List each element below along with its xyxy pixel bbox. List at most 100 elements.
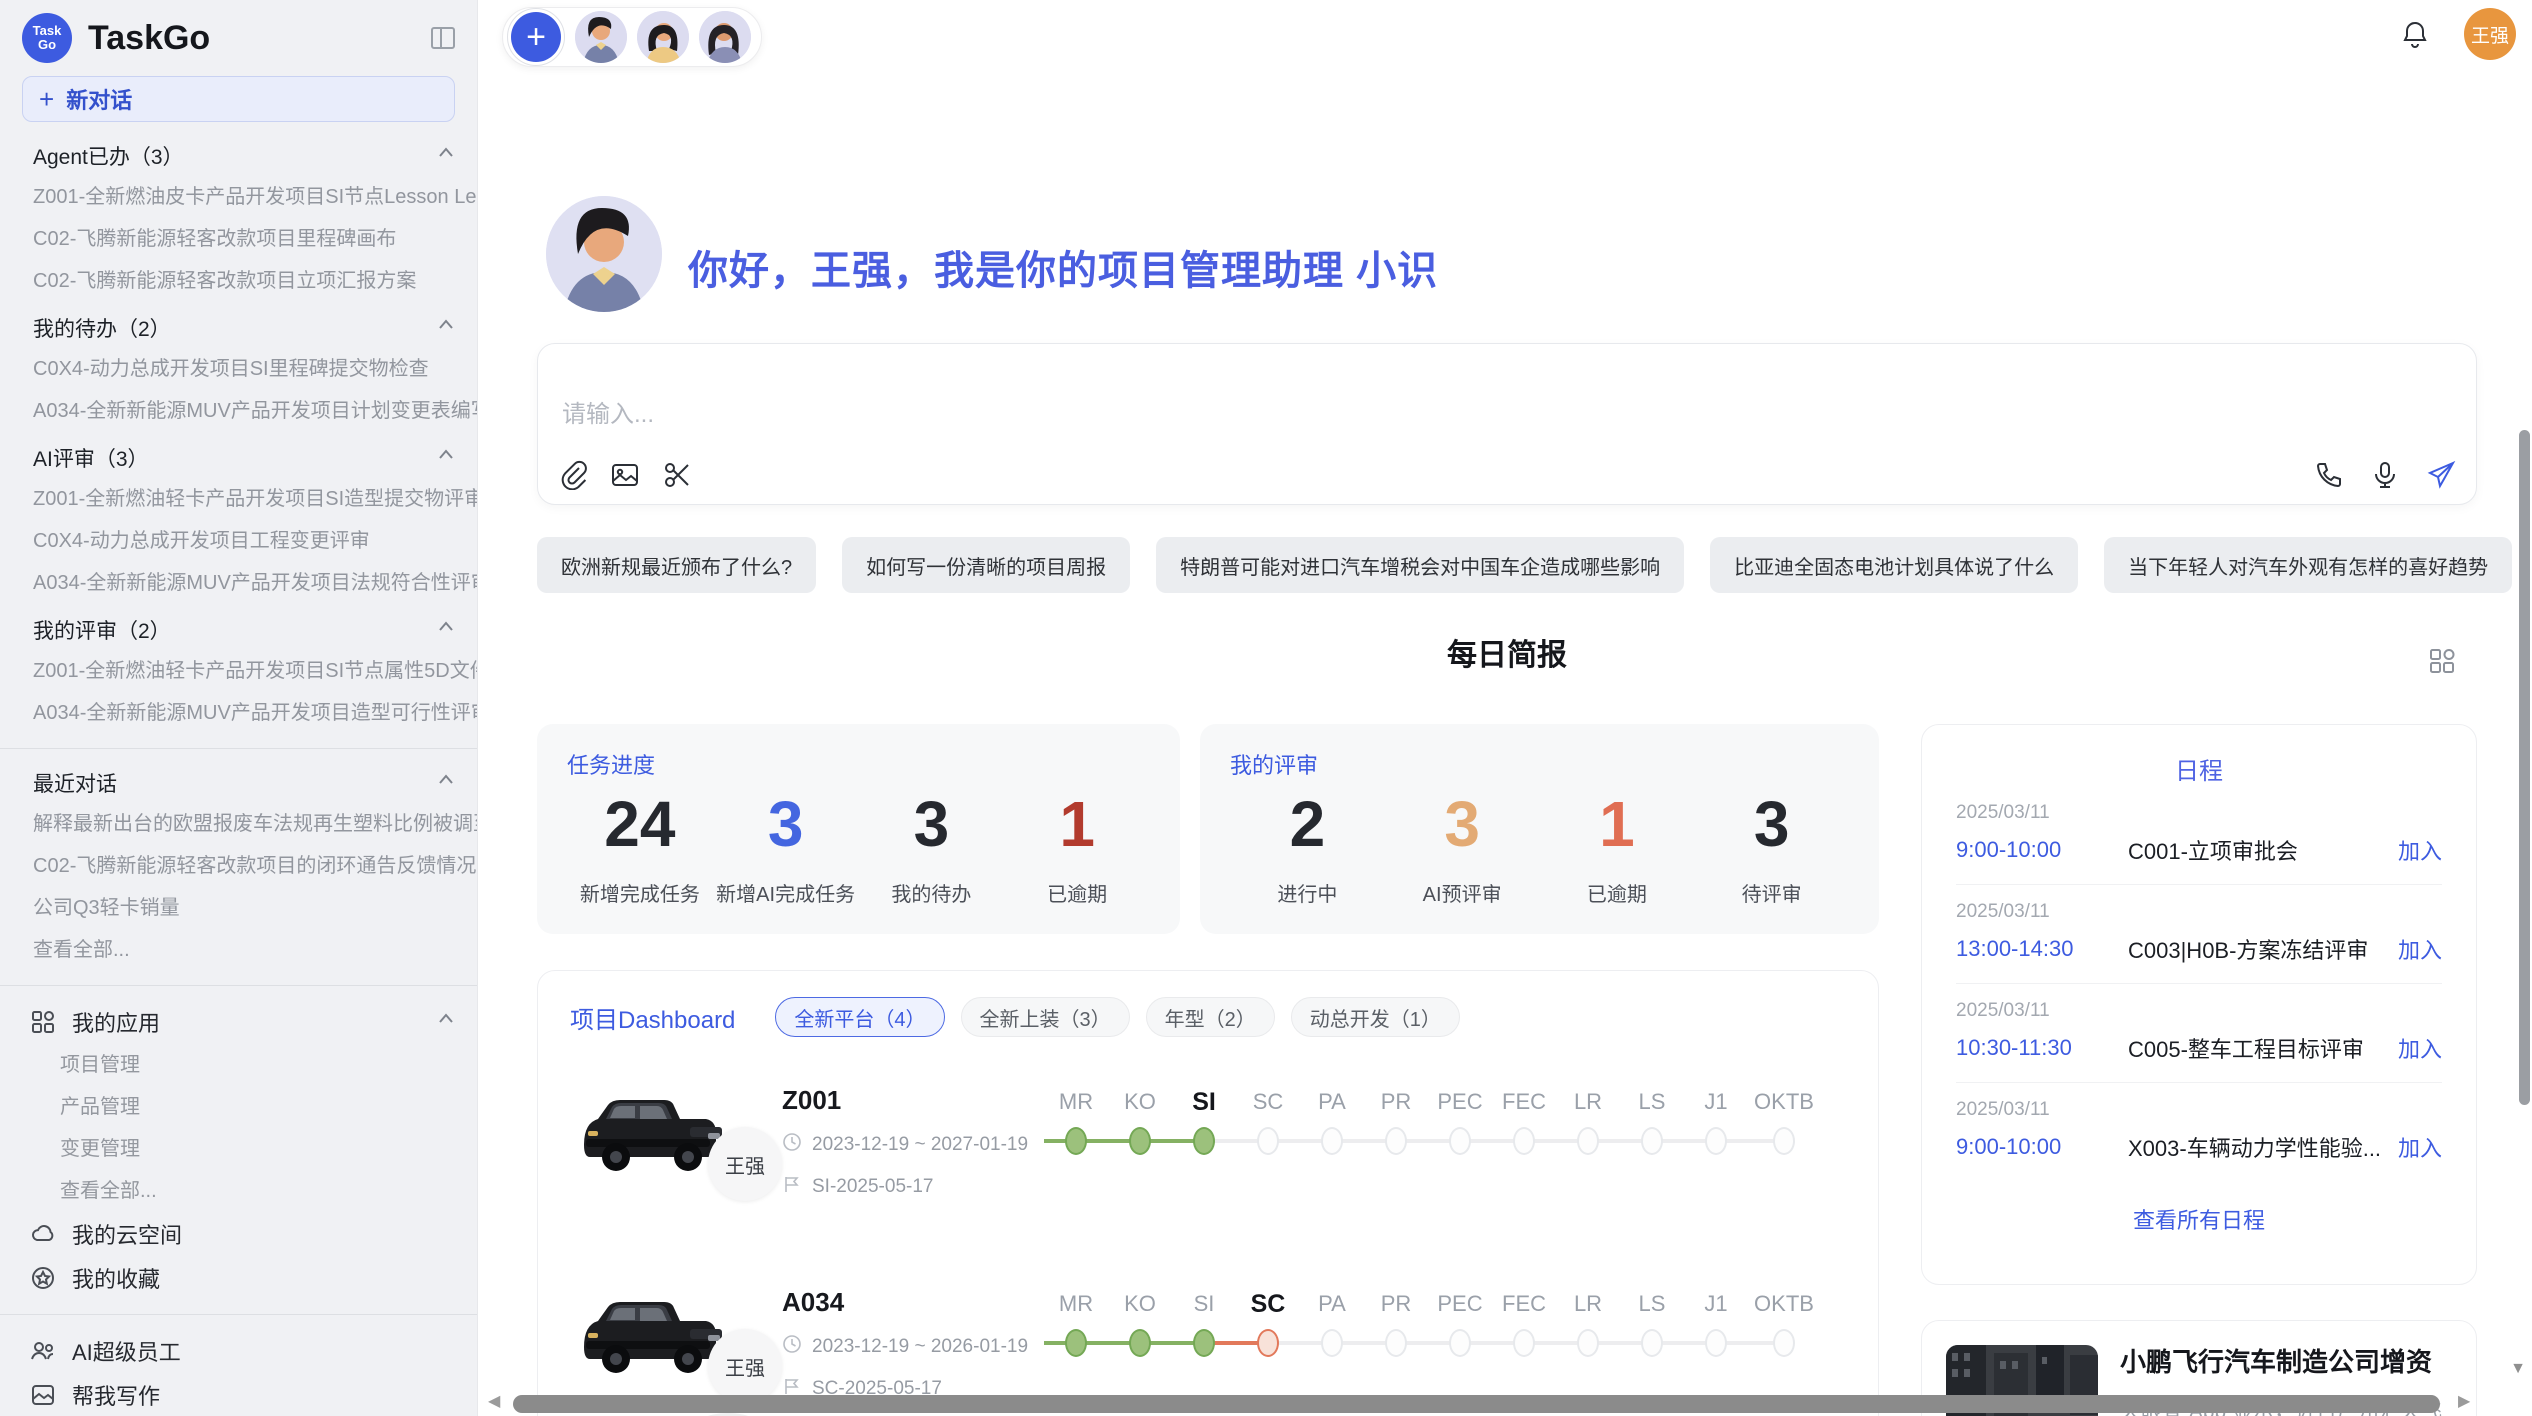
flag-icon [782,1174,802,1200]
milestone-node-area [1684,1321,1748,1369]
conversation-item[interactable]: Z001-全新燃油皮卡产品开发项目SI节点Lesson Learn报告 [0,176,477,218]
milestone-node-area [1428,1119,1492,1167]
layout-grid-icon[interactable] [2427,646,2457,676]
microphone-icon[interactable] [2370,460,2400,490]
image-icon[interactable] [610,460,640,490]
milestone-node [1705,1329,1727,1357]
milestone-label: PEC [1428,1287,1492,1321]
chevron-up-icon[interactable] [435,444,457,472]
event-date: 2025/03/11 [1956,802,2442,824]
user-avatar[interactable]: 王强 [2464,8,2516,60]
project-milestone-date: SI-2025-05-17 [812,1176,933,1198]
conversation-item[interactable]: A034-全新新能源MUV产品开发项目计划变更表编写 [0,390,477,432]
milestone-node-area [1236,1321,1300,1369]
app-sub-item[interactable]: 项目管理 [0,1044,477,1086]
conversation-item[interactable]: Z001-全新燃油轻卡产品开发项目SI节点属性5D文件评审 [0,650,477,692]
conversation-item[interactable]: C0X4-动力总成开发项目SI里程碑提交物检查 [0,348,477,390]
notification-bell-icon[interactable] [2400,19,2430,49]
milestone-connector [1149,1341,1172,1345]
horizontal-scrollbar[interactable] [513,1395,2440,1413]
milestone-column: SI [1172,1085,1236,1239]
sidebar-section-header[interactable]: Agent已办（3） [0,136,477,176]
sidebar-item-my-apps[interactable]: 我的应用 [0,1000,477,1044]
agent-avatar-2[interactable] [637,11,689,63]
item-label: 我的收藏 [72,1262,160,1294]
paperclip-icon[interactable] [558,460,588,490]
milestone-node-area [1556,1119,1620,1167]
scroll-left-arrow[interactable]: ◀ [488,1391,500,1411]
section-title: 最近对话 [33,768,117,798]
vertical-scrollbar[interactable] [2519,430,2530,1105]
recent-chats-header[interactable]: 最近对话 [0,763,477,803]
milestone-connector [1597,1139,1620,1143]
suggestion-chip[interactable]: 特朗普可能对进口汽车增税会对中国车企造成哪些影响 [1156,537,1684,593]
milestone-connector [1748,1341,1775,1345]
send-icon[interactable] [2426,460,2456,490]
sidebar-section-header[interactable]: 我的待办（2） [0,308,477,348]
milestone-node [1513,1329,1535,1357]
milestone-label: SC [1236,1085,1300,1119]
conversation-item[interactable]: C02-飞腾新能源轻客改款项目里程碑画布 [0,218,477,260]
suggestion-chip[interactable]: 欧洲新规最近颁布了什么? [537,537,816,593]
suggestion-chip[interactable]: 比亚迪全固态电池计划具体说了什么 [1710,537,2078,593]
milestone-label: FEC [1492,1287,1556,1321]
stat-value: 2 [1230,788,1385,860]
chevron-up-icon[interactable] [435,1008,457,1036]
stat-column: 1已逾期 [1004,788,1150,907]
suggestion-chip[interactable]: 如何写一份清晰的项目周报 [842,537,1130,593]
scroll-right-arrow[interactable]: ▶ [2458,1391,2470,1411]
sidebar-section-header[interactable]: 我的评审（2） [0,610,477,650]
app-sub-item[interactable]: 查看全部... [0,1170,477,1212]
sidebar-item-help-me-write[interactable]: 帮我写作 [0,1373,477,1416]
project-row[interactable]: 王强Z0012023-12-19 ~ 2027-01-19SI-2025-05-… [570,1079,1846,1239]
truck-image [570,1083,730,1183]
news-title: 小鹏飞行汽车制造公司增资 [2120,1345,2452,1379]
sidebar-item-favorites[interactable]: 我的收藏 [0,1256,477,1300]
conversation-item[interactable]: Z001-全新燃油轻卡产品开发项目SI造型提交物评审 [0,478,477,520]
add-agent-ring[interactable]: + [507,8,565,66]
filter-chip[interactable]: 动总开发（1） [1291,997,1460,1037]
join-link[interactable]: 加入 [2398,1131,2442,1163]
recent-chat-item[interactable]: 查看全部... [0,929,477,971]
briefing-header: 每日简报 [537,630,2477,674]
scroll-down-arrow[interactable]: ▼ [2510,1360,2526,1378]
recent-chat-item[interactable]: 解释最新出台的欧盟报废车法规再生塑料比例被调至15%... [0,803,477,845]
phone-icon[interactable] [2314,460,2344,490]
view-all-schedule-link[interactable]: 查看所有日程 [1956,1181,2442,1235]
agent-pill-group: + [502,7,762,67]
sidebar-section-header[interactable]: AI评审（3） [0,438,477,478]
chevron-up-icon[interactable] [435,769,457,797]
conversation-item[interactable]: A034-全新新能源MUV产品开发项目法规符合性评审 [0,562,477,604]
agent-avatar-1[interactable] [575,11,627,63]
milestone-connector [1597,1341,1620,1345]
scissors-icon[interactable] [662,460,692,490]
milestone-node-area [1748,1119,1820,1167]
filter-chip[interactable]: 全新平台（4） [775,997,944,1037]
join-link[interactable]: 加入 [2398,1032,2442,1064]
app-sub-item[interactable]: 产品管理 [0,1086,477,1128]
add-agent-button[interactable]: + [511,12,561,62]
recent-chat-item[interactable]: C02-飞腾新能源轻客改款项目的闭环通告反馈情况 [0,845,477,887]
filter-chip[interactable]: 全新上装（3） [961,997,1130,1037]
recent-chat-item[interactable]: 公司Q3轻卡销量 [0,887,477,929]
conversation-item[interactable]: A034-全新新能源MUV产品开发项目造型可行性评审 [0,692,477,734]
new-chat-button[interactable]: + 新对话 [22,76,455,122]
milestone-connector [1492,1341,1515,1345]
project-code: Z001 [782,1085,1044,1116]
schedule-event: 2025/03/1110:30-11:30C005-整车工程目标评审加入 [1956,984,2442,1083]
chevron-up-icon[interactable] [435,142,457,170]
conversation-item[interactable]: C02-飞腾新能源轻客改款项目立项汇报方案 [0,260,477,302]
filter-chip[interactable]: 年型（2） [1146,997,1275,1037]
join-link[interactable]: 加入 [2398,933,2442,965]
chat-input[interactable] [560,400,1960,430]
app-sub-item[interactable]: 变更管理 [0,1128,477,1170]
sidebar-item-ai-super-staff[interactable]: AI超级员工 [0,1329,477,1373]
sidebar-item-cloud-space[interactable]: 我的云空间 [0,1212,477,1256]
sidebar-collapse-icon[interactable] [429,24,457,52]
join-link[interactable]: 加入 [2398,834,2442,866]
chevron-up-icon[interactable] [435,616,457,644]
chevron-up-icon[interactable] [435,314,457,342]
agent-avatar-3[interactable] [699,11,751,63]
suggestion-chip[interactable]: 当下年轻人对汽车外观有怎样的喜好趋势 [2104,537,2512,593]
conversation-item[interactable]: C0X4-动力总成开发项目工程变更评审 [0,520,477,562]
